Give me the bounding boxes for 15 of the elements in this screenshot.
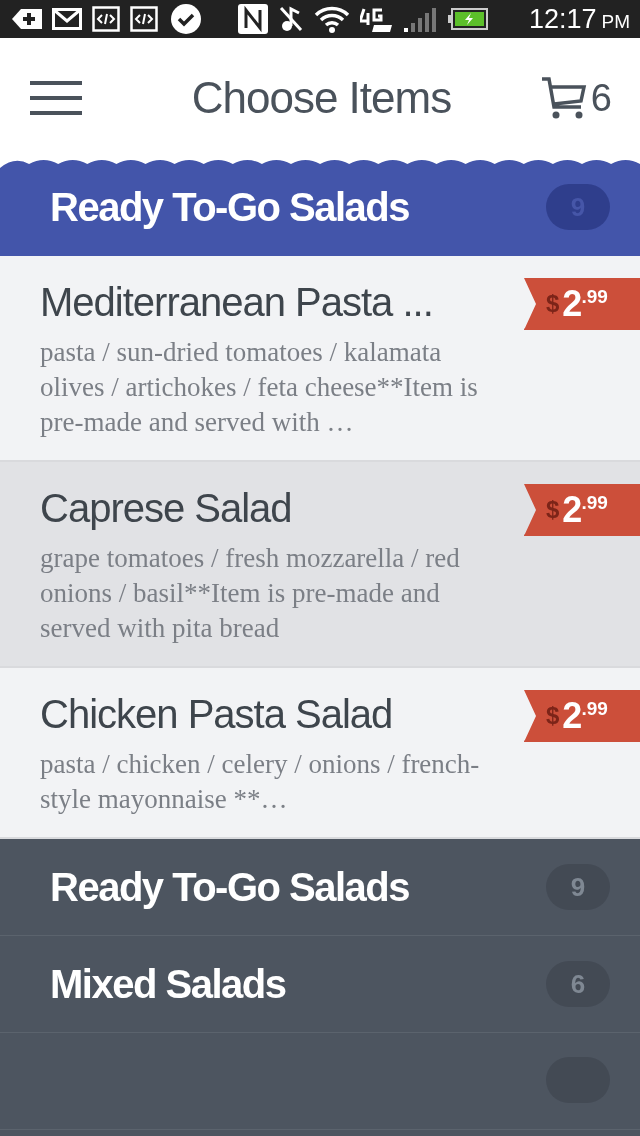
item-description: pasta / chicken / celery / onions / french-style mayonnaise **… <box>40 748 481 816</box>
clock-meridiem: PM <box>601 10 630 33</box>
cart-count: 6 <box>590 76 612 120</box>
count-badge: 6 <box>546 961 610 1007</box>
category-title: Ready To-Go Salads <box>50 184 410 230</box>
item-description: pasta / sun-dried tomatoes / kalamata olives / artichokes / feta cheese**Item is pre-made and served with … <box>40 336 479 439</box>
item-name: Mediterranean Pasta ... <box>40 280 434 325</box>
count-badge: 9 <box>546 864 610 910</box>
category-row[interactable]: Mixed Salads 6 <box>0 936 640 1033</box>
item-name: Caprese Salad <box>40 486 293 531</box>
clock-time: 12:17 <box>528 3 597 35</box>
item-name: Chicken Pasta Salad <box>40 692 394 737</box>
category-row[interactable]: Ready To-Go Salads 9 <box>0 839 640 936</box>
item-description: grape tomatoes / fresh mozzarella / red onions / basil**Item is pre-made and served with pita bread <box>40 542 461 645</box>
page-title: Choose Items <box>190 73 453 123</box>
